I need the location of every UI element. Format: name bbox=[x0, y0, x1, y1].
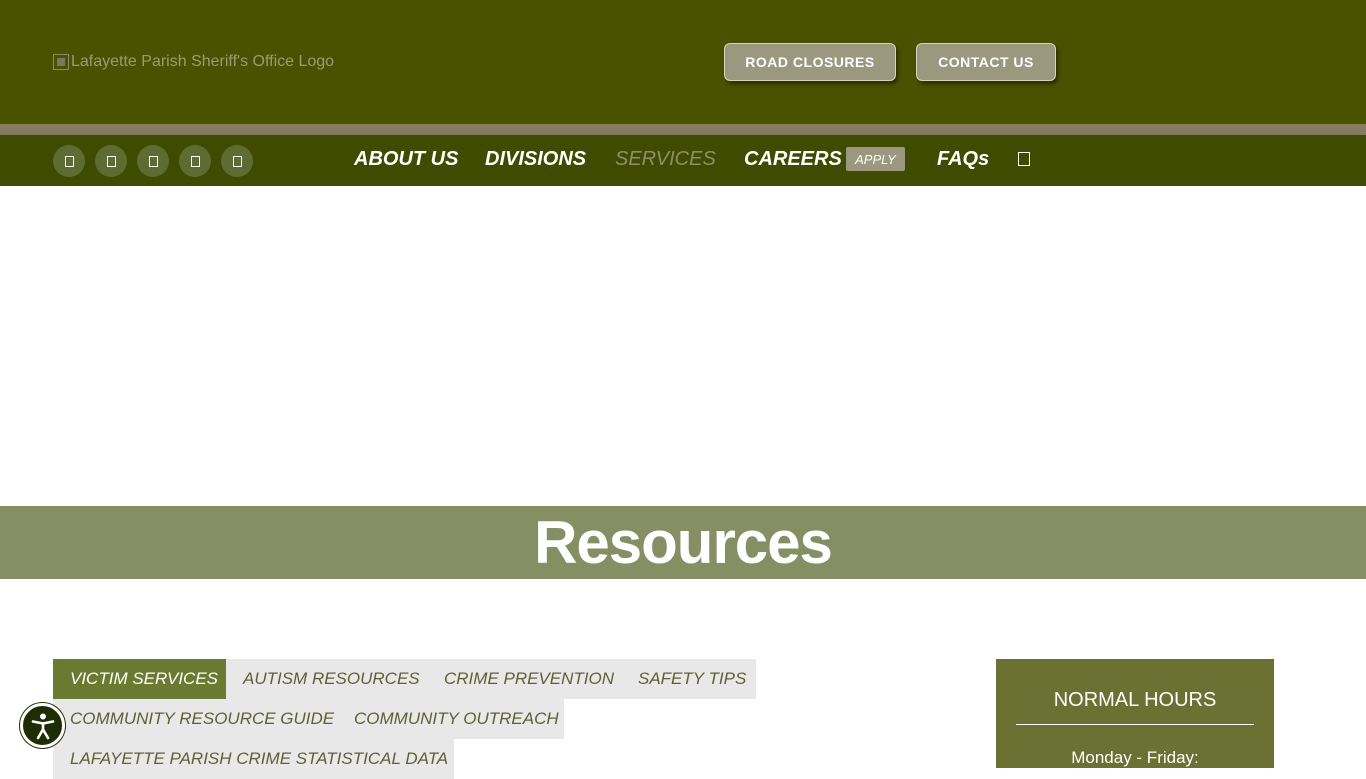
linkedin-icon[interactable] bbox=[221, 145, 253, 177]
hours-title: NORMAL HOURS bbox=[1053, 689, 1217, 711]
placeholder-glyph-icon bbox=[106, 155, 116, 167]
search-icon[interactable] bbox=[1018, 152, 1030, 166]
tab-safety-tips[interactable]: SAFETY TIPS bbox=[621, 659, 756, 699]
hours-weekday-line: Monday - Friday: bbox=[1071, 748, 1199, 767]
tab-autism-resources[interactable]: AUTISM RESOURCES bbox=[226, 659, 427, 699]
hours-divider bbox=[1016, 724, 1254, 725]
placeholder-glyph-icon bbox=[232, 155, 242, 167]
placeholder-glyph-icon bbox=[190, 155, 200, 167]
contact-us-button[interactable]: CONTACT US bbox=[916, 43, 1056, 81]
site-logo[interactable]: Lafayette Parish Sheriff's Office Logo bbox=[53, 53, 334, 71]
broken-image-icon bbox=[53, 54, 69, 70]
main-navigation: ABOUT US DIVISIONS SERVICES CAREERS FAQs bbox=[0, 135, 1366, 186]
tab-community-outreach[interactable]: COMMUNITY OUTREACH bbox=[337, 699, 564, 739]
logo-alt-text: Lafayette Parish Sheriff's Office Logo bbox=[71, 53, 335, 70]
header-divider-stripe bbox=[0, 124, 1366, 135]
nav-faqs[interactable]: FAQs bbox=[937, 148, 989, 171]
instagram-icon[interactable] bbox=[137, 145, 169, 177]
accessibility-button[interactable] bbox=[20, 703, 65, 748]
page-title-band: Resources bbox=[0, 506, 1366, 579]
tab-victim-services[interactable]: VICTIM SERVICES bbox=[53, 659, 226, 699]
nav-careers[interactable]: CAREERS bbox=[744, 148, 842, 171]
youtube-icon[interactable] bbox=[179, 145, 211, 177]
placeholder-glyph-icon bbox=[148, 155, 158, 167]
road-closures-button[interactable]: ROAD CLOSURES bbox=[724, 43, 896, 81]
hero-area bbox=[0, 186, 1366, 506]
apply-badge[interactable]: APPLY bbox=[846, 147, 905, 171]
normal-hours-panel: NORMAL HOURS Monday - Friday: bbox=[996, 659, 1274, 768]
site-header: Lafayette Parish Sheriff's Office Logo R… bbox=[0, 0, 1366, 124]
page-title: Resources bbox=[534, 509, 833, 576]
tab-community-resource-guide[interactable]: COMMUNITY RESOURCE GUIDE bbox=[53, 699, 337, 739]
tab-crime-prevention[interactable]: CRIME PREVENTION bbox=[427, 659, 621, 699]
accessibility-icon bbox=[31, 713, 54, 739]
nav-about-us[interactable]: ABOUT US bbox=[354, 148, 458, 171]
facebook-icon[interactable] bbox=[53, 145, 85, 177]
twitter-icon[interactable] bbox=[95, 145, 127, 177]
nav-services[interactable]: SERVICES bbox=[615, 148, 716, 171]
placeholder-glyph-icon bbox=[64, 155, 74, 167]
nav-divisions[interactable]: DIVISIONS bbox=[485, 148, 586, 171]
tab-crime-statistical-data[interactable]: LAFAYETTE PARISH CRIME STATISTICAL DATA bbox=[53, 739, 454, 779]
